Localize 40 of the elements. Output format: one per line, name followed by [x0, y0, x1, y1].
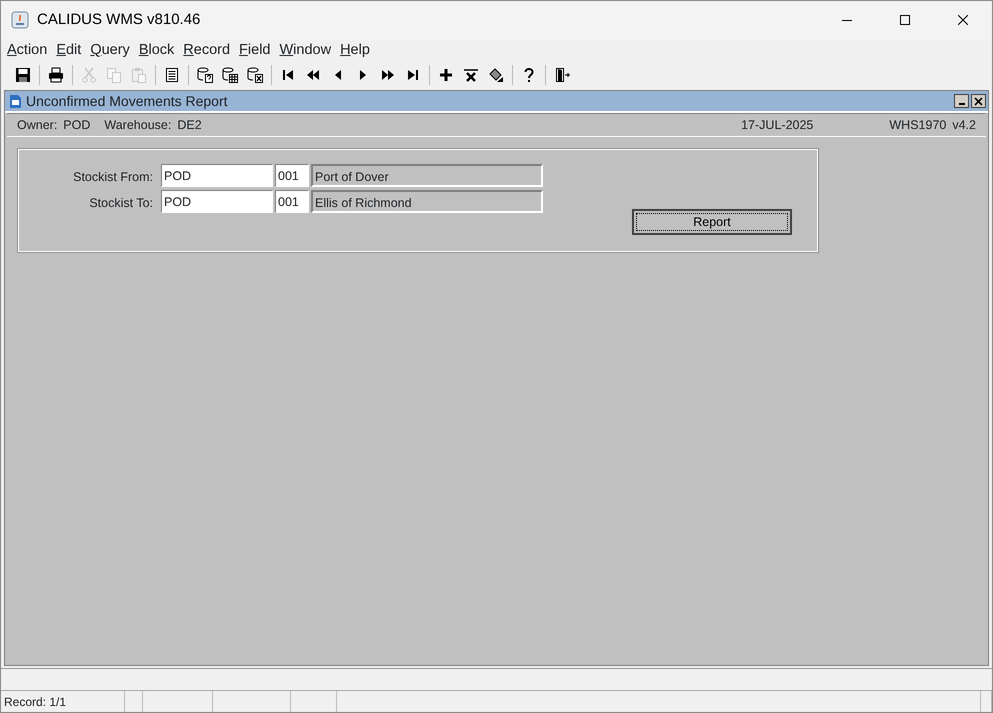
database-query-icon[interactable] [195, 65, 215, 85]
menu-item[interactable]: Window [279, 40, 332, 62]
warehouse-value: DE2 [177, 116, 202, 134]
window-title: CALIDUS WMS v810.46 [37, 10, 202, 30]
save-icon[interactable] [13, 65, 33, 85]
code-field[interactable]: 001 [275, 190, 309, 213]
module-code: WHS1970 [889, 116, 946, 134]
printer-icon[interactable] [46, 65, 66, 85]
field-label: Stockist To: [88, 194, 154, 212]
record-status: Record: 1/1 [1, 691, 125, 712]
database-cancel-icon[interactable] [245, 65, 265, 85]
app-icon [11, 11, 29, 29]
warehouse-label: Warehouse: [104, 116, 172, 134]
menu-item[interactable]: Action [7, 40, 48, 62]
close-button[interactable] [971, 94, 986, 108]
name-field: Ellis of Richmond [311, 190, 543, 213]
report-button[interactable]: Report [632, 209, 792, 235]
form-title: Unconfirmed Movements Report [26, 92, 229, 111]
name-field: Port of Dover [311, 164, 543, 187]
owner-label: Owner: [17, 116, 58, 134]
database-table-icon[interactable] [220, 65, 240, 85]
menu-item[interactable]: Record [183, 40, 230, 62]
close-icon [958, 15, 968, 25]
minimize-icon [958, 103, 964, 105]
menu-item[interactable]: Block [138, 40, 174, 62]
stockist-field[interactable]: POD [161, 190, 273, 213]
menu-item[interactable]: Field [239, 40, 270, 62]
field-label: Stockist From: [72, 168, 154, 186]
stockist-field[interactable]: POD [161, 164, 273, 187]
minimize-button[interactable] [954, 94, 969, 108]
menu-item[interactable]: Query [90, 40, 130, 62]
date-text: 17-JUL-2025 [741, 116, 814, 134]
owner-value: POD [63, 116, 90, 134]
code-field[interactable]: 001 [275, 164, 309, 187]
maximize-icon [900, 15, 910, 25]
menu-item[interactable]: Edit [56, 40, 82, 62]
form-icon [9, 94, 22, 108]
close-icon [974, 96, 983, 106]
version-text: v4.2 [952, 116, 976, 134]
menu-item[interactable]: Help [340, 40, 370, 62]
